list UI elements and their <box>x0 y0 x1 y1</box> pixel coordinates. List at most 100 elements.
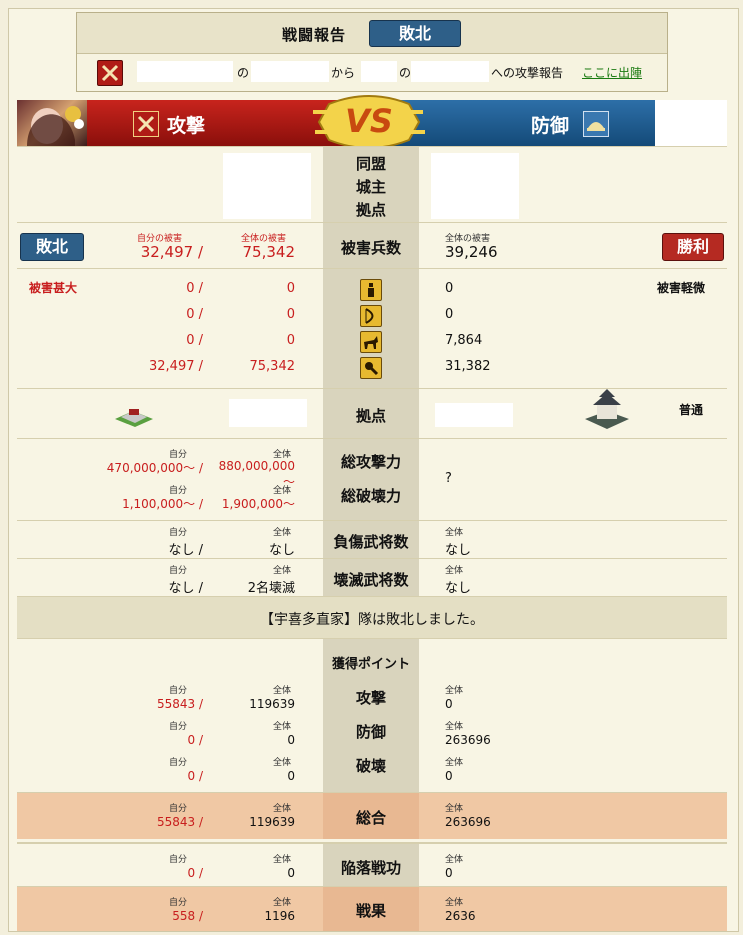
total-break-label: 総破壊力 <box>340 487 401 505</box>
result-def: 2636 <box>445 909 476 923</box>
vs-emblem: VS <box>309 94 429 150</box>
attacker-alliance-field <box>137 61 233 82</box>
header-title-row: 戦闘報告 敗北 <box>77 13 667 54</box>
defender-base-name <box>435 403 513 427</box>
label-kara: から <box>331 66 356 80</box>
battle-report-header: 戦闘報告 敗北 の から の への攻撃報告 ここに出陣 <box>76 12 668 92</box>
war-result-label: 戦果 <box>355 902 386 920</box>
injured-self-label: 自分 <box>169 528 188 538</box>
crossed-swords-icon <box>97 60 123 86</box>
troop-row-2-total: 0 <box>286 307 295 322</box>
points-title: 獲得ポイント <box>331 657 410 672</box>
report-summary-row: の から の への攻撃報告 ここに出陣 <box>77 54 667 90</box>
result-total-label: 全体 <box>273 898 292 908</box>
base-row: 拠点 普通 <box>17 388 727 439</box>
troop-row-2-def: 0 <box>445 307 454 322</box>
sum-def-label: 全体 <box>445 804 464 814</box>
pts-def-total: 0 <box>287 733 295 747</box>
injured-self: なし / <box>168 543 203 558</box>
troop-row-1-total: 0 <box>286 281 295 296</box>
sum-center: 総合 <box>323 793 419 839</box>
defense-helmet-icon <box>583 111 609 137</box>
vs-text: VS <box>345 102 393 140</box>
result-total: 1196 <box>264 909 295 923</box>
base-center: 拠点 <box>323 389 419 439</box>
fall-def-label: 全体 <box>445 855 464 865</box>
troop-row-1-self: 0 / <box>186 281 203 296</box>
destroyed-self-label: 自分 <box>169 566 188 576</box>
points-sum-row: 自分 全体 55843 / 119639 総合 全体 263696 <box>17 792 727 839</box>
label-no-1: の <box>237 66 250 80</box>
power-center: 総攻撃力 総破壊力 <box>323 439 419 521</box>
fall-label: 陥落戦功 <box>340 859 401 877</box>
sum-label: 総合 <box>355 809 386 827</box>
def-power-value: ? <box>445 471 452 486</box>
pts-brk-def-label: 全体 <box>445 758 464 768</box>
cavalry-icon <box>360 331 382 353</box>
defense-label: 防御 <box>531 115 570 137</box>
sum-def: 263696 <box>445 815 491 829</box>
archer-icon <box>360 305 382 327</box>
page-title: 戦闘報告 <box>282 26 347 44</box>
injured-def: なし <box>445 543 472 558</box>
report-suffix: への攻撃報告 <box>491 66 564 80</box>
troop-row-4-def: 31,382 <box>445 359 491 374</box>
destroyed-total: 2名壊滅 <box>247 581 295 596</box>
destroyed-total-label: 全体 <box>273 566 292 576</box>
pts-brk-def: 0 <box>445 769 453 783</box>
defender-info-box <box>431 153 519 219</box>
info-center: 同盟 城主 拠点 <box>323 147 419 223</box>
troop-row-3-total: 0 <box>286 333 295 348</box>
break-power-self: 1,100,000～ / <box>122 497 203 511</box>
commander-avatar[interactable] <box>17 100 87 146</box>
atk-power-self: 470,000,000～ / <box>106 461 203 475</box>
fall-def: 0 <box>445 866 453 880</box>
casualties-row: 敗北 自分の被害 32,497 / 全体の被害 75,342 被害兵数 全体の被… <box>17 222 727 269</box>
points-block: 獲得ポイント 攻撃 防御 破壊 自分 全体 55843 / 119639 全体 … <box>17 638 727 793</box>
sum-self-label: 自分 <box>169 804 188 814</box>
pts-brk-total: 0 <box>287 769 295 783</box>
defender-alliance-field <box>361 61 397 82</box>
attacker-defeat-badge: 敗北 <box>20 233 84 261</box>
points-attack-label: 攻撃 <box>355 689 386 707</box>
defender-avatar-placeholder <box>655 100 727 146</box>
infantry-icon <box>360 279 382 301</box>
troop-breakdown: 被害甚大 被害軽微 0 / 0 0 0 / 0 0 0 / 0 7,864 32… <box>17 268 727 389</box>
fall-total: 0 <box>287 866 295 880</box>
total-attack-label: 総攻撃力 <box>340 453 401 471</box>
destroyed-def-label: 全体 <box>445 566 464 576</box>
defender-victory-badge: 勝利 <box>662 233 724 261</box>
base-row-label: 拠点 <box>355 407 386 425</box>
lord-label: 城主 <box>355 178 386 196</box>
troop-row-3-self: 0 / <box>186 333 203 348</box>
sortie-link[interactable]: ここに出陣 <box>582 64 642 81</box>
castle-icon <box>583 389 631 429</box>
versus-bar: 攻撃 防御 VS <box>17 95 727 149</box>
pts-atk-self: 55843 / <box>156 697 203 711</box>
fall-self: 0 / <box>187 866 204 880</box>
fall-total-label: 全体 <box>273 855 292 865</box>
attacker-status: 被害甚大 <box>29 281 78 295</box>
destroyed-center: 壊滅武将数 <box>323 559 419 597</box>
pts-def-total-label: 全体 <box>273 722 292 732</box>
attacker-base-name <box>229 399 307 427</box>
defender-status: 被害軽微 <box>657 281 706 295</box>
power-row: 自分 全体 470,000,000～ / 880,000,000～ 自分 全体 … <box>17 438 727 521</box>
defender-base-type: 普通 <box>679 403 704 417</box>
label-no-2: の <box>399 66 412 80</box>
result-message-row: 【宇喜多直家】隊は敗北しました。 <box>17 596 727 639</box>
casualties-label: 被害兵数 <box>340 239 401 257</box>
injured-def-label: 全体 <box>445 528 464 538</box>
pts-def-self-label: 自分 <box>169 722 188 732</box>
injured-center: 負傷武将数 <box>323 521 419 559</box>
destroyed-row: 自分 全体 なし / 2名壊滅 壊滅武将数 全体 なし <box>17 558 727 597</box>
war-result-row: 自分 全体 558 / 1196 戦果 全体 2636 <box>17 886 727 931</box>
defender-name-field <box>411 61 489 82</box>
injured-row: 自分 全体 なし / なし 負傷武将数 全体 なし <box>17 520 727 559</box>
pts-atk-total-label: 全体 <box>273 686 292 696</box>
sum-total-label: 全体 <box>273 804 292 814</box>
pts-def-def-label: 全体 <box>445 722 464 732</box>
pts-def-self: 0 / <box>187 733 204 747</box>
troop-row-4-total: 75,342 <box>249 359 296 374</box>
destroyed-label: 壊滅武将数 <box>333 571 409 589</box>
